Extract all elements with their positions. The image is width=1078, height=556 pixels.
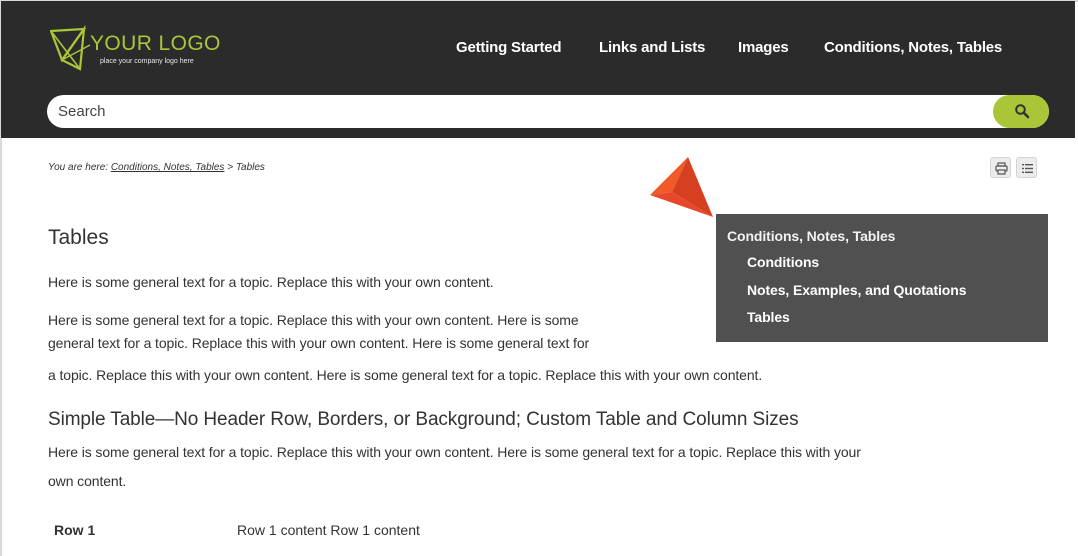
search-button[interactable]: [993, 95, 1049, 128]
print-button[interactable]: [990, 157, 1011, 178]
search-icon: [1015, 104, 1030, 119]
search-input[interactable]: [47, 95, 993, 128]
nav-item-images[interactable]: Images: [738, 39, 789, 56]
mini-toc-item-tables[interactable]: Tables: [747, 309, 790, 325]
site-header: YOUR LOGO place your company logo here G…: [1, 1, 1075, 138]
toc-button[interactable]: [1016, 157, 1037, 178]
list-icon: [1022, 164, 1033, 173]
section-heading: Simple Table—No Header Row, Borders, or …: [48, 409, 799, 430]
paragraph-intro: Here is some general text for a topic. R…: [48, 274, 494, 290]
breadcrumb-separator: >: [224, 162, 236, 173]
breadcrumb: You are here: Conditions, Notes, Tables …: [48, 162, 265, 173]
page: YOUR LOGO place your company logo here G…: [0, 0, 1078, 556]
paragraph-line: a topic. Replace this with your own cont…: [48, 367, 763, 383]
table-row-content: Row 1 content Row 1 content: [237, 522, 420, 538]
paragraph-line: own content.: [48, 473, 127, 489]
mini-toc-item-conditions-notes-tables[interactable]: Conditions, Notes, Tables: [727, 228, 895, 244]
search-bar: [47, 95, 1049, 128]
mini-toc-item-conditions[interactable]: Conditions: [747, 254, 819, 270]
mini-toc: Conditions, Notes, Tables Conditions Not…: [716, 214, 1048, 342]
paragraph-line: Here is some general text for a topic. R…: [48, 312, 579, 328]
nav-item-getting-started[interactable]: Getting Started: [456, 39, 562, 56]
paragraph-line: general text for a topic. Replace this w…: [48, 335, 590, 351]
breadcrumb-link[interactable]: Conditions, Notes, Tables: [111, 162, 225, 173]
main-nav: Getting Started Links and Lists Images C…: [1, 39, 1075, 61]
callout-arrow-icon: [650, 157, 713, 217]
mini-toc-item-notes-examples-quotations[interactable]: Notes, Examples, and Quotations: [747, 282, 966, 298]
paragraph-line: Here is some general text for a topic. R…: [48, 444, 861, 460]
breadcrumb-prefix: You are here:: [48, 162, 111, 173]
table-row-label: Row 1: [54, 522, 96, 538]
print-icon: [995, 162, 1008, 175]
nav-item-conditions-notes-tables[interactable]: Conditions, Notes, Tables: [824, 39, 1002, 56]
breadcrumb-current: Tables: [235, 162, 265, 173]
page-title: Tables: [48, 226, 109, 249]
nav-item-links-and-lists[interactable]: Links and Lists: [599, 39, 705, 56]
